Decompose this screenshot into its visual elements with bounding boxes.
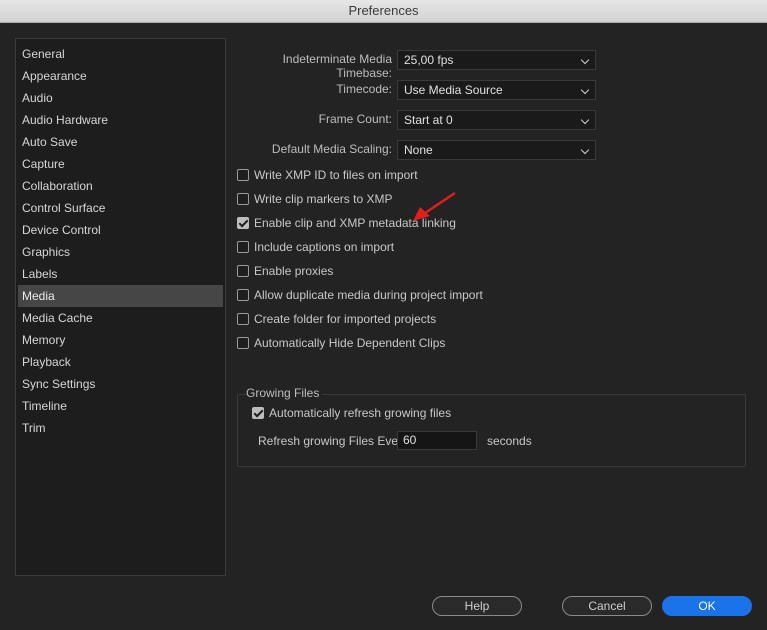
sidebar-item-media[interactable]: Media (18, 285, 223, 307)
refresh-interval-input[interactable]: 60 (397, 431, 477, 450)
checkbox-box[interactable] (252, 407, 264, 419)
checkbox-box[interactable] (237, 217, 249, 229)
growing-files-title: Growing Files (246, 386, 323, 400)
ok-button[interactable]: OK (662, 596, 752, 616)
checkbox-label: Enable clip and XMP metadata linking (254, 216, 456, 230)
checkbox-label: Automatically refresh growing files (269, 406, 452, 420)
sidebar-item-auto-save[interactable]: Auto Save (18, 131, 223, 153)
sidebar-item-collaboration[interactable]: Collaboration (18, 175, 223, 197)
chevron-down-icon (580, 85, 590, 95)
chevron-down-icon (580, 145, 590, 155)
sidebar-item-capture[interactable]: Capture (18, 153, 223, 175)
help-button[interactable]: Help (432, 596, 522, 616)
chevron-down-icon (580, 115, 590, 125)
sidebar-item-appearance[interactable]: Appearance (18, 65, 223, 87)
timebase-value: 25,00 fps (404, 53, 454, 67)
sidebar-item-memory[interactable]: Memory (18, 329, 223, 351)
sidebar-item-audio[interactable]: Audio (18, 87, 223, 109)
checkbox-box[interactable] (237, 193, 249, 205)
checkbox-box[interactable] (237, 289, 249, 301)
checkbox-label: Write XMP ID to files on import (254, 168, 418, 182)
checkbox-box[interactable] (237, 313, 249, 325)
sidebar-item-audio-hardware[interactable]: Audio Hardware (18, 109, 223, 131)
chevron-down-icon (580, 55, 590, 65)
cancel-button[interactable]: Cancel (562, 596, 652, 616)
checkbox-label: Include captions on import (254, 240, 395, 254)
media-scaling-label: Default Media Scaling: (271, 142, 392, 156)
sidebar-item-sync-settings[interactable]: Sync Settings (18, 373, 223, 395)
refresh-unit-label: seconds (487, 434, 532, 448)
refresh-interval-label: Refresh growing Files Every (258, 434, 409, 448)
sidebar-item-timeline[interactable]: Timeline (18, 395, 223, 417)
sidebar-item-media-cache[interactable]: Media Cache (18, 307, 223, 329)
checkbox-label: Write clip markers to XMP (254, 192, 393, 206)
checkbox-label: Automatically Hide Dependent Clips (254, 336, 446, 350)
sidebar-item-playback[interactable]: Playback (18, 351, 223, 373)
sidebar-item-control-surface[interactable]: Control Surface (18, 197, 223, 219)
checkbox-label: Create folder for imported projects (254, 312, 437, 326)
checkbox-box[interactable] (237, 241, 249, 253)
timebase-label: Indeterminate Media Timebase: (282, 52, 392, 80)
sidebar-item-trim[interactable]: Trim (18, 417, 223, 439)
timecode-label: Timecode: (336, 82, 392, 96)
checkbox-box[interactable] (237, 169, 249, 181)
checkbox-box[interactable] (237, 337, 249, 349)
checkbox-box[interactable] (237, 265, 249, 277)
sidebar-item-graphics[interactable]: Graphics (18, 241, 223, 263)
frame-count-label: Frame Count: (318, 112, 392, 126)
media-scaling-select[interactable]: None (397, 140, 596, 160)
window-title: Preferences (0, 0, 767, 23)
sidebar-item-general[interactable]: General (18, 43, 223, 65)
timebase-select[interactable]: 25,00 fps (397, 50, 596, 70)
media-scaling-value: None (404, 143, 433, 157)
frame-count-value: Start at 0 (404, 113, 453, 127)
sidebar: General Appearance Audio Audio Hardware … (15, 38, 226, 576)
sidebar-item-labels[interactable]: Labels (18, 263, 223, 285)
checkbox-label: Allow duplicate media during project imp… (254, 288, 483, 302)
checkbox-label: Enable proxies (254, 264, 334, 278)
timecode-select[interactable]: Use Media Source (397, 80, 596, 100)
timecode-value: Use Media Source (404, 83, 503, 97)
frame-count-select[interactable]: Start at 0 (397, 110, 596, 130)
growing-files-group (237, 394, 746, 467)
preferences-dialog: General Appearance Audio Audio Hardware … (0, 23, 767, 630)
sidebar-item-device-control[interactable]: Device Control (18, 219, 223, 241)
